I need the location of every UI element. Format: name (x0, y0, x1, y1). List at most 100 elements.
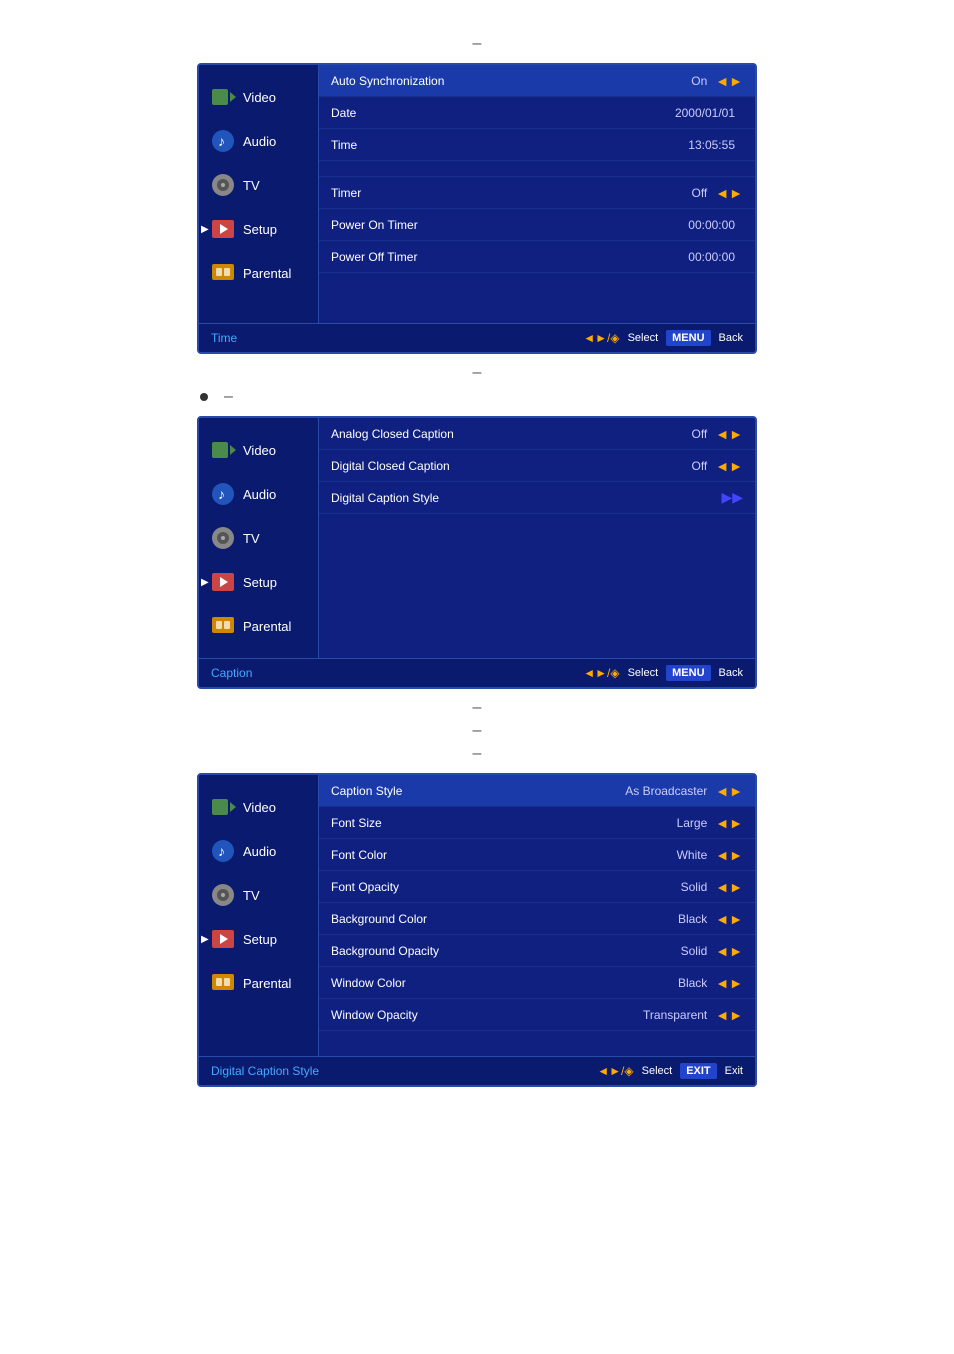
svg-text:♪: ♪ (218, 133, 225, 149)
row-value-time: 13:05:55 (655, 138, 735, 152)
label-font-opacity: Font Opacity (331, 880, 627, 894)
row-bg-opacity[interactable]: Background Opacity Solid ◄► (319, 935, 755, 967)
arrow-bg-color: ◄► (715, 911, 743, 927)
row-digital-style[interactable]: Digital Caption Style ▶▶ (319, 482, 755, 514)
row-label-time: Time (331, 138, 655, 152)
panel3-controls: ◄►/◈ Select EXIT Exit (597, 1063, 743, 1079)
row-analog-cc[interactable]: Analog Closed Caption Off ◄► (319, 418, 755, 450)
row-label-timer: Timer (331, 186, 627, 200)
label-window-opacity: Window Opacity (331, 1008, 627, 1022)
row-font-opacity[interactable]: Font Opacity Solid ◄► (319, 871, 755, 903)
panel3-sidebar: Video ♪ Audio (199, 775, 319, 1056)
row-window-opacity[interactable]: Window Opacity Transparent ◄► (319, 999, 755, 1031)
mid-dash-3: – (0, 722, 954, 740)
value-font-size: Large (627, 816, 707, 830)
panel3-label-setup: Setup (243, 932, 277, 947)
panel1-back-label: Back (719, 332, 743, 344)
row-value-timer: Off (627, 186, 707, 200)
sidebar-label-audio: Audio (243, 134, 276, 149)
panel2-label-video: Video (243, 443, 276, 458)
panel3-parental-icon (209, 969, 237, 997)
panel2-label-tv: TV (243, 531, 260, 546)
panel1-select-label: Select (628, 332, 659, 344)
panel2-empty-space (319, 514, 755, 594)
panel2-setup-icon (209, 568, 237, 596)
label-analog-cc: Analog Closed Caption (331, 427, 627, 441)
panel2-video-icon (209, 436, 237, 464)
arrow-bg-opacity: ◄► (715, 943, 743, 959)
panel3-bottom-bar: Digital Caption Style ◄►/◈ Select EXIT E… (199, 1056, 755, 1085)
row-digital-cc[interactable]: Digital Closed Caption Off ◄► (319, 450, 755, 482)
panel3-content: Caption Style As Broadcaster ◄► Font Siz… (319, 775, 755, 1056)
sidebar-label-parental: Parental (243, 266, 291, 281)
panel2-select-label: Select (628, 667, 659, 679)
panel2-menu-btn[interactable]: MENU (666, 665, 710, 681)
row-caption-style[interactable]: Caption Style As Broadcaster ◄► (319, 775, 755, 807)
panel1-menu-btn[interactable]: MENU (666, 330, 710, 346)
row-window-color[interactable]: Window Color Black ◄► (319, 967, 755, 999)
value-font-opacity: Solid (627, 880, 707, 894)
mid-dash-2: – (0, 699, 954, 717)
value-window-opacity: Transparent (627, 1008, 707, 1022)
panel3-select-icon: ◄►/◈ (597, 1064, 633, 1078)
value-digital-cc: Off (627, 459, 707, 473)
sidebar-item-parental[interactable]: Parental (199, 251, 318, 295)
panel3-sidebar-tv[interactable]: TV (199, 873, 318, 917)
value-analog-cc: Off (627, 427, 707, 441)
row-font-color[interactable]: Font Color White ◄► (319, 839, 755, 871)
row-label-date: Date (331, 106, 655, 120)
arrow-analog-cc: ◄► (715, 426, 743, 442)
value-window-color: Black (627, 976, 707, 990)
mid-dash-4: – (0, 745, 954, 763)
sidebar-label-video: Video (243, 90, 276, 105)
panel2-sidebar: Video ♪ Audio (199, 418, 319, 658)
panel3-sidebar-setup[interactable]: Setup (199, 917, 318, 961)
row-value-power-on: 00:00:00 (655, 218, 735, 232)
row-auto-sync[interactable]: Auto Synchronization On ◄► (319, 65, 755, 97)
row-timer[interactable]: Timer Off ◄► (319, 177, 755, 209)
panel3-sidebar-parental[interactable]: Parental (199, 961, 318, 1005)
panel3-label-audio: Audio (243, 844, 276, 859)
label-font-size: Font Size (331, 816, 627, 830)
panel2-parental-icon (209, 612, 237, 640)
svg-text:♪: ♪ (218, 843, 225, 859)
panel3-label-video: Video (243, 800, 276, 815)
label-bg-color: Background Color (331, 912, 627, 926)
label-digital-cc: Digital Closed Caption (331, 459, 627, 473)
row-font-size[interactable]: Font Size Large ◄► (319, 807, 755, 839)
panel3-sidebar-video[interactable]: Video (199, 785, 318, 829)
setup-icon (209, 215, 237, 243)
panel3-video-icon (209, 793, 237, 821)
panel1-bottom-bar: Time ◄►/◈ Select MENU Back (199, 323, 755, 352)
sidebar-item-setup[interactable]: Setup (199, 207, 318, 251)
panel2-sidebar-parental[interactable]: Parental (199, 604, 318, 648)
row-spacer1 (319, 161, 755, 177)
label-digital-style: Digital Caption Style (331, 491, 633, 505)
sidebar-item-audio[interactable]: ♪ Audio (199, 119, 318, 163)
row-value-auto-sync: On (627, 74, 707, 88)
bullet-dash: – (224, 388, 233, 406)
panel1-title-label: Time (211, 331, 237, 345)
panel2-sidebar-tv[interactable]: TV (199, 516, 318, 560)
panel1-controls: ◄►/◈ Select MENU Back (583, 330, 743, 346)
panel2-sidebar-audio[interactable]: ♪ Audio (199, 472, 318, 516)
label-caption-style: Caption Style (331, 784, 625, 798)
panel3-exit-btn[interactable]: EXIT (680, 1063, 716, 1079)
panel3-label-tv: TV (243, 888, 260, 903)
arrow-digital-style: ▶▶ (721, 489, 743, 506)
row-bg-color[interactable]: Background Color Black ◄► (319, 903, 755, 935)
tv-icon (209, 171, 237, 199)
digital-caption-style-panel: Video ♪ Audio (197, 773, 757, 1087)
panel3-sidebar-audio[interactable]: ♪ Audio (199, 829, 318, 873)
sidebar-item-tv[interactable]: TV (199, 163, 318, 207)
panel2-sidebar-video[interactable]: Video (199, 428, 318, 472)
panel3-title-label: Digital Caption Style (211, 1064, 319, 1078)
panel3-empty-space (319, 1031, 755, 1056)
sidebar-item-video[interactable]: Video (199, 75, 318, 119)
row-value-power-off: 00:00:00 (655, 250, 735, 264)
panel1-select-icon: ◄►/◈ (583, 331, 619, 345)
page-container: – Video (0, 0, 954, 1354)
panel1-sidebar: Video ♪ Audio (199, 65, 319, 323)
panel2-sidebar-setup[interactable]: Setup (199, 560, 318, 604)
arrow-font-color: ◄► (715, 847, 743, 863)
